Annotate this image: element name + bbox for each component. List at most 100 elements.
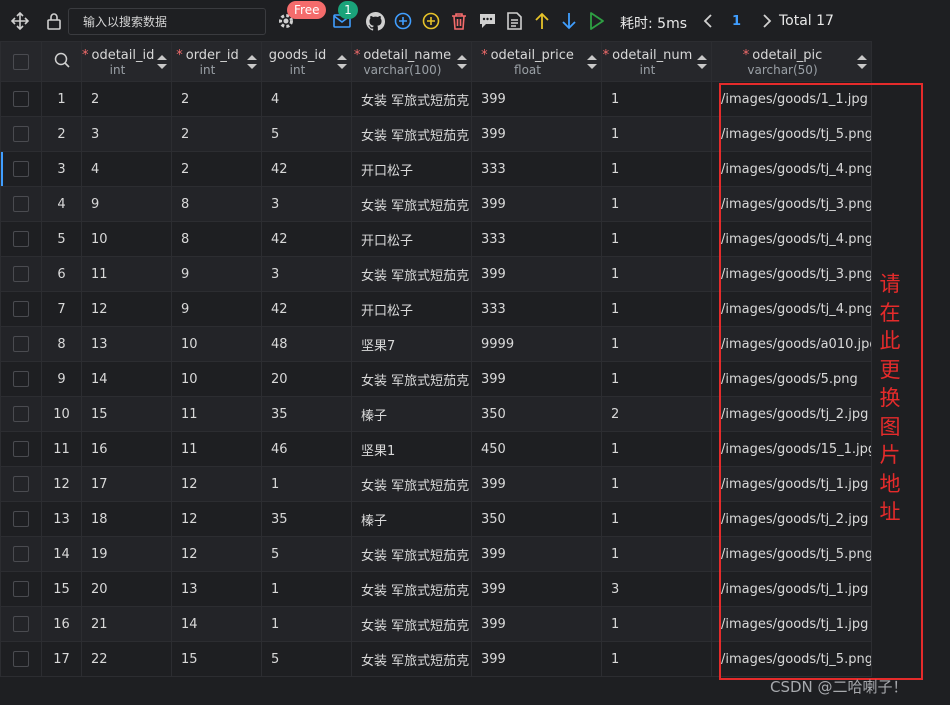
cell-odetail-name[interactable]: 女装 军旅式短茄克 [351, 641, 472, 677]
sort-icon[interactable] [697, 55, 707, 69]
row-checkbox[interactable] [13, 406, 29, 422]
column-header-order-id[interactable]: * order_id int [171, 41, 262, 82]
cell-odetail-num[interactable]: 1 [601, 151, 712, 187]
table-row[interactable]: 5 10 8 42 开口松子 333 1/images/goods/tj_4.png [0, 221, 872, 257]
select-all-cell[interactable] [0, 41, 42, 82]
table-row[interactable]: 10 15 11 35 榛子 350 2/images/goods/tj_2.jpg [0, 396, 872, 432]
cell-odetail-price[interactable]: 399 [471, 256, 602, 292]
row-checkbox[interactable] [13, 581, 29, 597]
cell-goods-id[interactable]: 46 [261, 431, 352, 467]
cell-odetail-price[interactable]: 350 [471, 501, 602, 537]
column-header-odetail-name[interactable]: * odetail_name varchar(100) [351, 41, 472, 82]
row-select-cell[interactable] [0, 116, 42, 152]
cell-odetail-id[interactable]: 9 [81, 186, 172, 222]
cell-goods-id[interactable]: 35 [261, 501, 352, 537]
cell-odetail-num[interactable]: 1 [601, 81, 712, 117]
cell-odetail-num[interactable]: 1 [601, 291, 712, 327]
row-select-cell[interactable] [0, 501, 42, 537]
cell-odetail-pic[interactable]: /images/goods/tj_1.jpg [711, 606, 872, 642]
cell-goods-id[interactable]: 1 [261, 466, 352, 502]
row-checkbox[interactable] [13, 371, 29, 387]
cell-odetail-num[interactable]: 1 [601, 326, 712, 362]
row-checkbox[interactable] [13, 476, 29, 492]
row-select-cell[interactable] [0, 396, 42, 432]
cell-odetail-pic[interactable]: /images/goods/tj_4.png [711, 221, 872, 257]
cell-goods-id[interactable]: 5 [261, 641, 352, 677]
cell-odetail-name[interactable]: 开口松子 [351, 291, 472, 327]
table-row[interactable]: 7 12 9 42 开口松子 333 1/images/goods/tj_4.png [0, 291, 872, 327]
cell-odetail-pic[interactable]: /images/goods/tj_2.jpg [711, 396, 872, 432]
cell-order-id[interactable]: 11 [171, 396, 262, 432]
row-checkbox[interactable] [13, 546, 29, 562]
cell-order-id[interactable]: 12 [171, 466, 262, 502]
cell-goods-id[interactable]: 42 [261, 221, 352, 257]
cell-order-id[interactable]: 11 [171, 431, 262, 467]
cell-odetail-pic[interactable]: /images/goods/tj_4.png [711, 151, 872, 187]
row-checkbox[interactable] [13, 126, 29, 142]
current-page[interactable]: 1 [732, 14, 741, 29]
cell-order-id[interactable]: 9 [171, 291, 262, 327]
sort-icon[interactable] [457, 55, 467, 69]
cell-odetail-id[interactable]: 15 [81, 396, 172, 432]
cell-order-id[interactable]: 2 [171, 116, 262, 152]
cell-odetail-id[interactable]: 11 [81, 256, 172, 292]
cell-odetail-price[interactable]: 450 [471, 431, 602, 467]
row-checkbox[interactable] [13, 91, 29, 107]
cell-odetail-name[interactable]: 女装 军旅式短茄克 [351, 606, 472, 642]
cell-odetail-name[interactable]: 女装 军旅式短茄克 [351, 536, 472, 572]
row-checkbox[interactable] [13, 196, 29, 212]
table-row[interactable]: 15 20 13 1 女装 军旅式短茄克 399 3/images/goods/tj_1.j… [0, 571, 872, 607]
cell-odetail-price[interactable]: 399 [471, 536, 602, 572]
cell-odetail-id[interactable]: 22 [81, 641, 172, 677]
search-header[interactable] [41, 41, 82, 82]
row-select-cell[interactable] [0, 466, 42, 502]
delete-icon[interactable] [449, 11, 469, 31]
cell-odetail-price[interactable]: 399 [471, 116, 602, 152]
cell-odetail-id[interactable]: 21 [81, 606, 172, 642]
row-select-cell[interactable] [0, 291, 42, 327]
cell-odetail-num[interactable]: 1 [601, 536, 712, 572]
cell-odetail-num[interactable]: 1 [601, 606, 712, 642]
cell-odetail-name[interactable]: 女装 军旅式短茄克 [351, 186, 472, 222]
table-row[interactable]: 16 21 14 1 女装 军旅式短茄克 399 1/images/goods/tj_1.j… [0, 606, 872, 642]
cell-odetail-price[interactable]: 399 [471, 571, 602, 607]
cell-odetail-pic[interactable]: /images/goods/a010.jpg [711, 326, 872, 362]
arrow-down-icon[interactable] [559, 11, 579, 31]
run-icon[interactable] [587, 11, 607, 31]
cell-odetail-id[interactable]: 4 [81, 151, 172, 187]
table-row[interactable]: 13 18 12 35 榛子 350 1/images/goods/tj_2.jpg [0, 501, 872, 537]
column-header-odetail-price[interactable]: * odetail_price float [471, 41, 602, 82]
row-select-cell[interactable] [0, 81, 42, 117]
table-row[interactable]: 3 4 2 42 开口松子 333 1/images/goods/tj_4.png [0, 151, 872, 187]
cell-goods-id[interactable]: 5 [261, 116, 352, 152]
cell-order-id[interactable]: 15 [171, 641, 262, 677]
cell-odetail-price[interactable]: 350 [471, 396, 602, 432]
cell-odetail-pic[interactable]: /images/goods/tj_5.png [711, 116, 872, 152]
cell-odetail-price[interactable]: 9999 [471, 326, 602, 362]
search-icon[interactable] [54, 52, 70, 68]
cell-odetail-num[interactable]: 2 [601, 396, 712, 432]
cell-odetail-id[interactable]: 18 [81, 501, 172, 537]
cell-odetail-num[interactable]: 3 [601, 571, 712, 607]
cell-odetail-price[interactable]: 399 [471, 361, 602, 397]
search-input[interactable] [69, 9, 263, 34]
cell-goods-id[interactable]: 1 [261, 571, 352, 607]
cell-odetail-name[interactable]: 女装 军旅式短茄克 [351, 466, 472, 502]
table-row[interactable]: 8 13 10 48 坚果7 9999 1/images/goods/a010.jpg [0, 326, 872, 362]
cell-odetail-name[interactable]: 开口松子 [351, 151, 472, 187]
table-row[interactable]: 9 14 10 20 女装 军旅式短茄克 399 1/images/goods/5.png [0, 361, 872, 397]
cell-odetail-pic[interactable]: /images/goods/tj_1.jpg [711, 466, 872, 502]
cell-odetail-id[interactable]: 20 [81, 571, 172, 607]
row-select-cell[interactable] [0, 256, 42, 292]
cell-odetail-name[interactable]: 女装 军旅式短茄克 [351, 81, 472, 117]
search-box[interactable] [68, 8, 266, 35]
cell-odetail-num[interactable]: 1 [601, 256, 712, 292]
row-select-cell[interactable] [0, 221, 42, 257]
cell-odetail-num[interactable]: 1 [601, 431, 712, 467]
cell-goods-id[interactable]: 1 [261, 606, 352, 642]
table-row[interactable]: 17 22 15 5 女装 军旅式短茄克 399 1/images/goods/tj_5.p… [0, 641, 872, 677]
column-header-odetail-pic[interactable]: * odetail_pic varchar(50) [711, 41, 872, 82]
add-row-icon[interactable] [393, 11, 413, 31]
move-icon[interactable] [10, 11, 30, 31]
row-checkbox[interactable] [13, 301, 29, 317]
